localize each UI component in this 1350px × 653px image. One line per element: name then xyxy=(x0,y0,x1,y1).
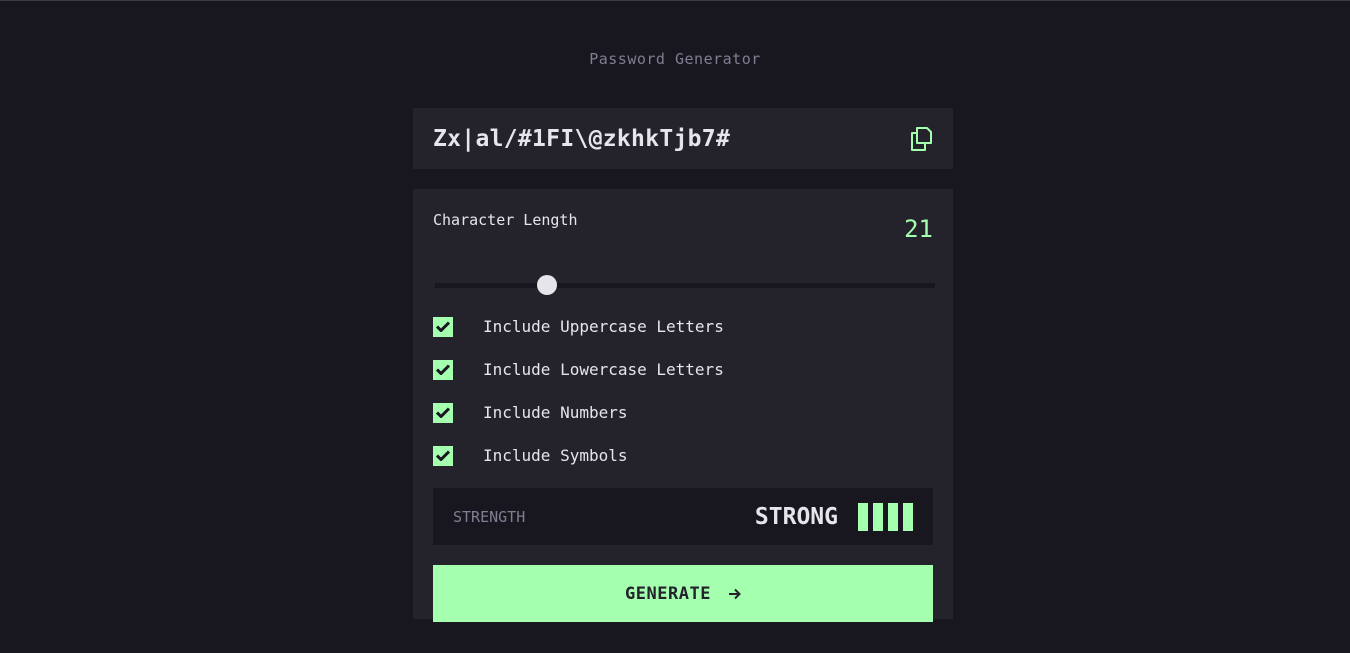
strength-meter: STRENGTH STRONG xyxy=(433,488,933,545)
strength-value: STRONG xyxy=(754,503,838,530)
app-title: Password Generator xyxy=(589,50,761,68)
check-icon xyxy=(436,450,450,461)
check-icon xyxy=(436,321,450,332)
numbers-checkbox[interactable] xyxy=(433,402,453,423)
password-display: Zx|al/#1FI\@zkhkTjb7# xyxy=(413,108,953,169)
option-uppercase[interactable]: Include Uppercase Letters xyxy=(433,305,933,348)
option-label: Include Symbols xyxy=(483,446,628,465)
copy-button[interactable] xyxy=(909,126,933,152)
strength-bar xyxy=(858,502,868,531)
length-slider[interactable] xyxy=(435,273,935,297)
strength-indicator: STRONG xyxy=(754,502,913,531)
options-list: Include Uppercase Letters Include Lowerc… xyxy=(433,305,933,477)
option-symbols[interactable]: Include Symbols xyxy=(433,434,933,477)
length-value: 21 xyxy=(904,215,933,243)
strength-bar xyxy=(873,502,883,531)
uppercase-checkbox[interactable] xyxy=(433,316,453,337)
option-label: Include Numbers xyxy=(483,403,628,422)
option-lowercase[interactable]: Include Lowercase Letters xyxy=(433,348,933,391)
check-icon xyxy=(436,364,450,375)
password-text: Zx|al/#1FI\@zkhkTjb7# xyxy=(433,125,731,152)
generate-label: GENERATE xyxy=(625,583,711,604)
strength-bars xyxy=(858,502,913,531)
length-row: Character Length 21 xyxy=(433,209,933,249)
strength-bar xyxy=(903,502,913,531)
symbols-checkbox[interactable] xyxy=(433,445,453,466)
strength-bar xyxy=(888,502,898,531)
lowercase-checkbox[interactable] xyxy=(433,359,453,380)
option-label: Include Lowercase Letters xyxy=(483,360,724,379)
length-label: Character Length xyxy=(433,211,578,229)
copy-icon xyxy=(911,126,932,151)
slider-thumb[interactable] xyxy=(537,275,558,295)
slider-track xyxy=(435,283,935,288)
generate-button[interactable]: GENERATE xyxy=(433,565,933,622)
settings-panel: Character Length 21 Include Uppercase Le… xyxy=(413,189,953,622)
check-icon xyxy=(436,407,450,418)
arrow-right-icon xyxy=(728,588,741,600)
option-label: Include Uppercase Letters xyxy=(483,317,724,336)
strength-label: STRENGTH xyxy=(453,507,526,526)
option-numbers[interactable]: Include Numbers xyxy=(433,391,933,434)
